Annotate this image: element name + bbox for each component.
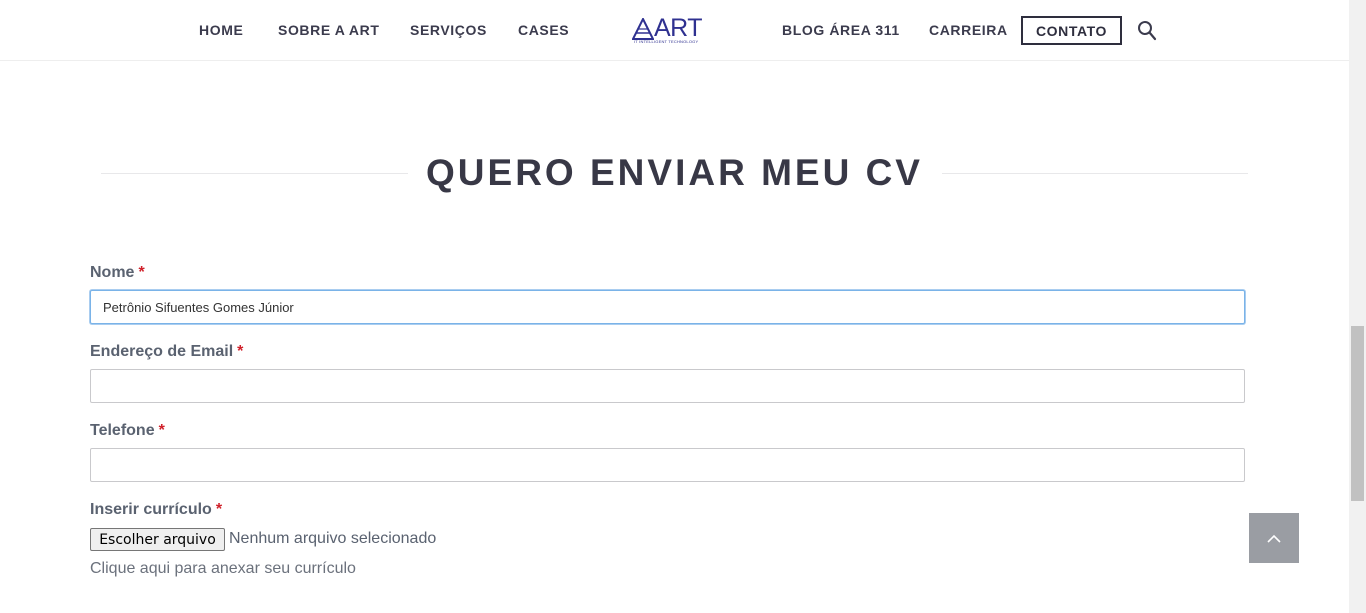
logo-mark-icon (632, 18, 654, 40)
nav-sobre-a-art[interactable]: SOBRE A ART (278, 22, 380, 38)
nav-contato-button[interactable]: CONTATO (1021, 16, 1122, 45)
required-mark: * (158, 422, 165, 439)
nav-carreira[interactable]: CARREIRA (929, 22, 1008, 38)
curriculo-label: Inserir currículo * (90, 501, 222, 519)
scrollbar-thumb[interactable] (1351, 326, 1364, 501)
required-mark: * (215, 501, 223, 518)
back-to-top-button[interactable] (1249, 513, 1299, 563)
nome-label-text: Nome (90, 264, 135, 281)
email-label: Endereço de Email * (90, 343, 243, 361)
nome-label: Nome * (90, 264, 145, 282)
chevron-up-icon (1267, 534, 1281, 543)
page-scrollbar[interactable] (1349, 0, 1366, 613)
required-mark: * (138, 264, 145, 281)
choose-file-button[interactable]: Escolher arquivo (90, 528, 225, 551)
nav-servicos[interactable]: SERVIÇOS (410, 22, 487, 38)
nav-cases[interactable]: CASES (518, 22, 569, 38)
section-title: QUERO ENVIAR MEU CV (426, 152, 923, 193)
nome-input[interactable] (90, 290, 1245, 324)
site-logo[interactable]: ART IT INTELLIGENT TECHNOLOGY (632, 14, 716, 46)
file-status-text: Nenhum arquivo selecionado (229, 530, 437, 547)
nav-home[interactable]: HOME (199, 22, 243, 38)
telefone-label: Telefone * (90, 422, 165, 440)
nav-blog-area-311[interactable]: BLOG ÁREA 311 (782, 22, 900, 38)
logo-tagline: IT INTELLIGENT TECHNOLOGY (634, 39, 699, 44)
curriculo-label-text: Inserir currículo (90, 501, 212, 518)
telefone-input[interactable] (90, 448, 1245, 482)
telefone-label-text: Telefone (90, 422, 155, 439)
search-icon[interactable] (1137, 20, 1157, 42)
required-mark: * (237, 343, 244, 360)
curriculo-hint: Clique aqui para anexar seu currículo (90, 560, 356, 577)
logo-wordmark: ART (654, 14, 703, 42)
site-header: HOME SOBRE A ART SERVIÇOS CASES ART IT I… (0, 0, 1349, 61)
email-label-text: Endereço de Email (90, 343, 234, 360)
email-input[interactable] (90, 369, 1245, 403)
